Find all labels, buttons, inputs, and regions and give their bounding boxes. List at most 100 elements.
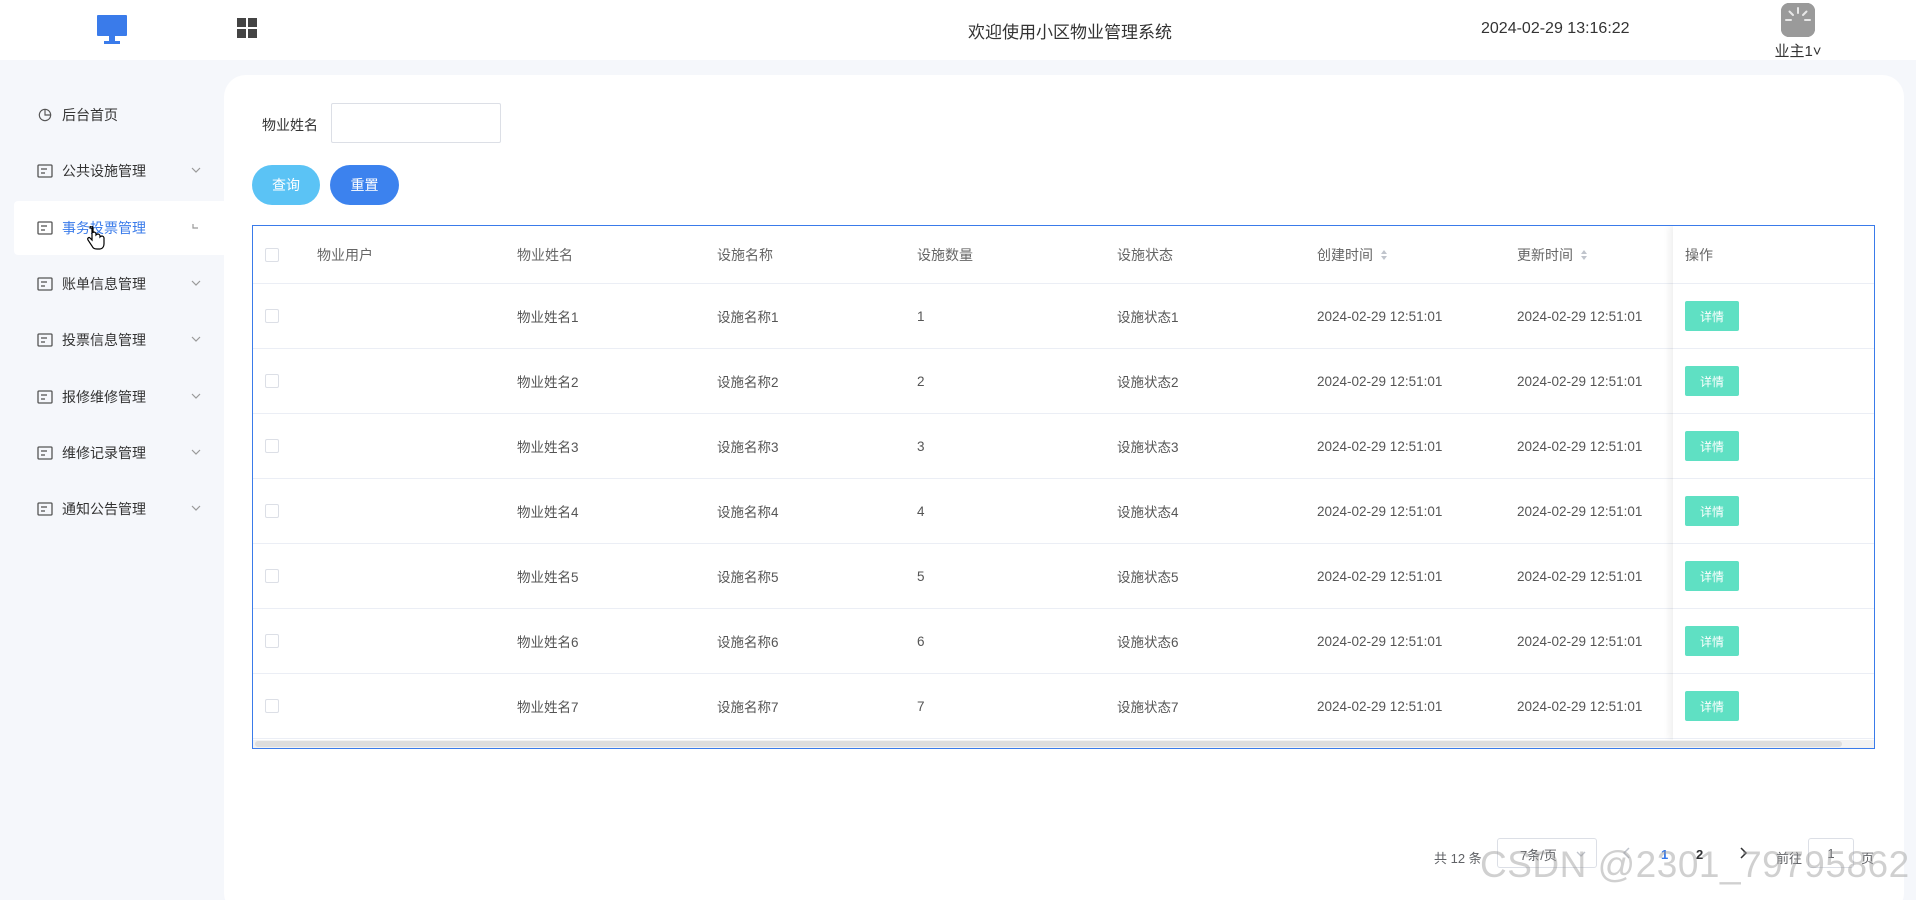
table-cell-updated: 2024-02-29 12:51:01 bbox=[1517, 503, 1643, 519]
table-row: 物业姓名4 设施名称4 4 设施状态4 2024-02-29 12:51:01 2024-… bbox=[253, 479, 1874, 544]
sidebar-item-label: 后台首页 bbox=[62, 107, 118, 123]
table-cell-actions: 详情 bbox=[1685, 349, 1739, 413]
table-cell-actions: 详情 bbox=[1685, 544, 1739, 608]
card-icon bbox=[37, 333, 53, 347]
table-cell-actions: 详情 bbox=[1685, 609, 1739, 673]
table-cell-qty: 5 bbox=[917, 568, 925, 584]
column-header-label: 物业姓名 bbox=[517, 246, 573, 263]
table-cell-status: 设施状态2 bbox=[1117, 375, 1179, 390]
table-cell-status: 设施状态6 bbox=[1117, 635, 1179, 650]
sidebar-item-8[interactable]: 通知公告管理 bbox=[14, 482, 224, 536]
table-cell-created: 2024-02-29 12:51:01 bbox=[1317, 308, 1443, 324]
detail-button[interactable]: 详情 bbox=[1685, 431, 1739, 461]
table-header-row: 物业用户 物业姓名 设施名称 设施数量 设施状态 创建时间 更新时间 操作 bbox=[253, 226, 1874, 284]
sidebar-item-3[interactable]: 事务投票管理 bbox=[14, 200, 224, 255]
row-checkbox[interactable] bbox=[265, 309, 279, 323]
table-cell-updated: 2024-02-29 12:51:01 bbox=[1517, 568, 1643, 584]
column-header[interactable]: 创建时间 bbox=[1317, 226, 1389, 283]
name-search-input[interactable] bbox=[331, 103, 501, 143]
user-menu[interactable]: 业主1˅ bbox=[1768, 3, 1828, 60]
detail-button[interactable]: 详情 bbox=[1685, 626, 1739, 656]
detail-button[interactable]: 详情 bbox=[1685, 561, 1739, 591]
detail-button[interactable]: 详情 bbox=[1685, 496, 1739, 526]
card-icon bbox=[37, 389, 53, 404]
table-cell-updated: 2024-02-29 12:51:01 bbox=[1517, 308, 1643, 324]
table-row: 物业姓名3 设施名称3 3 设施状态3 2024-02-29 12:51:01 2024-… bbox=[253, 414, 1874, 479]
current-datetime: 2024-02-29 13:16:22 bbox=[1481, 20, 1630, 37]
reset-button[interactable]: 重置 bbox=[330, 165, 399, 205]
sidebar-item-2[interactable]: 公共设施管理 bbox=[14, 144, 224, 198]
table-cell-status: 设施状态1 bbox=[1117, 310, 1179, 325]
card-icon bbox=[37, 277, 53, 291]
sidebar-item-4[interactable]: 账单信息管理 bbox=[14, 257, 224, 311]
table-cell-status: 设施状态5 bbox=[1117, 570, 1179, 585]
detail-button[interactable]: 详情 bbox=[1685, 301, 1739, 331]
table-cell-name: 物业姓名4 bbox=[517, 505, 579, 520]
column-header: 操作 bbox=[1685, 226, 1713, 283]
column-header: 设施名称 bbox=[717, 226, 773, 283]
chevron-down-icon bbox=[191, 449, 201, 455]
page-number-2[interactable]: 2 bbox=[1696, 847, 1703, 862]
scrollbar-thumb[interactable] bbox=[255, 741, 1842, 747]
table-cell-updated: 2024-02-29 12:51:01 bbox=[1517, 373, 1643, 389]
table-row: 物业姓名6 设施名称6 6 设施状态6 2024-02-29 12:51:01 2024-… bbox=[253, 609, 1874, 674]
detail-button[interactable]: 详情 bbox=[1685, 366, 1739, 396]
sidebar-item-5[interactable]: 投票信息管理 bbox=[14, 313, 224, 367]
table-cell-facility: 设施名称4 bbox=[717, 505, 779, 520]
page-suffix: 页 bbox=[1861, 851, 1875, 866]
row-checkbox[interactable] bbox=[265, 699, 279, 713]
column-header-label: 操作 bbox=[1685, 246, 1713, 263]
card-icon bbox=[37, 502, 53, 516]
table-cell-status: 设施状态7 bbox=[1117, 700, 1179, 715]
row-checkbox[interactable] bbox=[265, 374, 279, 388]
page-size-select[interactable]: 7条/页 bbox=[1497, 838, 1597, 868]
table-row: 物业姓名5 设施名称5 5 设施状态5 2024-02-29 12:51:01 2024-… bbox=[253, 544, 1874, 609]
sidebar-item-6[interactable]: 报修维修管理 bbox=[14, 370, 224, 424]
column-header: 物业姓名 bbox=[517, 226, 573, 283]
sidebar-item-label: 通知公告管理 bbox=[62, 501, 146, 518]
row-checkbox[interactable] bbox=[265, 504, 279, 518]
column-header-label: 物业用户 bbox=[317, 246, 373, 263]
sort-icon[interactable] bbox=[1379, 248, 1389, 262]
table-cell-actions: 详情 bbox=[1685, 674, 1739, 738]
grid-menu-icon[interactable] bbox=[236, 17, 258, 39]
monitor-logo-icon bbox=[97, 15, 127, 44]
card-icon bbox=[37, 164, 53, 178]
row-checkbox[interactable] bbox=[265, 569, 279, 583]
next-page-icon[interactable] bbox=[1733, 843, 1753, 863]
table-cell-updated: 2024-02-29 12:51:01 bbox=[1517, 698, 1643, 714]
user-caret-icon: ˅ bbox=[1812, 43, 1822, 60]
column-header[interactable]: 更新时间 bbox=[1517, 226, 1589, 283]
sidebar-item-1[interactable]: 后台首页 bbox=[14, 88, 224, 142]
sidebar-item-label: 投票信息管理 bbox=[62, 332, 146, 349]
sidebar-item-7[interactable]: 维修记录管理 bbox=[14, 426, 224, 480]
user-name: 业主1˅ bbox=[1774, 43, 1822, 60]
goto-page-input[interactable] bbox=[1808, 838, 1854, 868]
table-row: 物业姓名2 设施名称2 2 设施状态2 2024-02-29 12:51:01 2024-… bbox=[253, 349, 1874, 414]
select-all-checkbox[interactable] bbox=[265, 248, 279, 262]
avatar bbox=[1781, 3, 1815, 37]
chevron-down-icon bbox=[191, 393, 201, 399]
page-number-1[interactable]: 1 bbox=[1661, 847, 1668, 862]
row-checkbox[interactable] bbox=[265, 439, 279, 453]
chevron-collapse-icon bbox=[192, 223, 198, 229]
table-cell-name: 物业姓名7 bbox=[517, 700, 579, 715]
detail-button[interactable]: 详情 bbox=[1685, 691, 1739, 721]
search-label: 物业姓名 bbox=[262, 117, 318, 133]
column-header-label: 设施名称 bbox=[717, 246, 773, 263]
table-cell-actions: 详情 bbox=[1685, 414, 1739, 478]
prev-page-icon[interactable] bbox=[1617, 843, 1637, 863]
sidebar-item-label: 账单信息管理 bbox=[62, 275, 146, 292]
table-cell-created: 2024-02-29 12:51:01 bbox=[1317, 633, 1443, 649]
table-cell-actions: 详情 bbox=[1685, 284, 1739, 348]
table-cell-created: 2024-02-29 12:51:01 bbox=[1317, 698, 1443, 714]
table-cell-status: 设施状态3 bbox=[1117, 440, 1179, 455]
horizontal-scrollbar[interactable] bbox=[253, 740, 1874, 748]
row-checkbox[interactable] bbox=[265, 634, 279, 648]
query-button[interactable]: 查询 bbox=[252, 165, 320, 205]
main-panel: 物业姓名 查询 重置 物业用户 物业姓名 设施名称 设施数量 设施状态 创建时间 更新时间操… bbox=[224, 75, 1904, 900]
table-cell-facility: 设施名称2 bbox=[717, 375, 779, 390]
sort-icon[interactable] bbox=[1579, 248, 1589, 262]
table-cell-facility: 设施名称6 bbox=[717, 635, 779, 650]
pagination-total: 共 12 条 bbox=[1434, 851, 1482, 866]
